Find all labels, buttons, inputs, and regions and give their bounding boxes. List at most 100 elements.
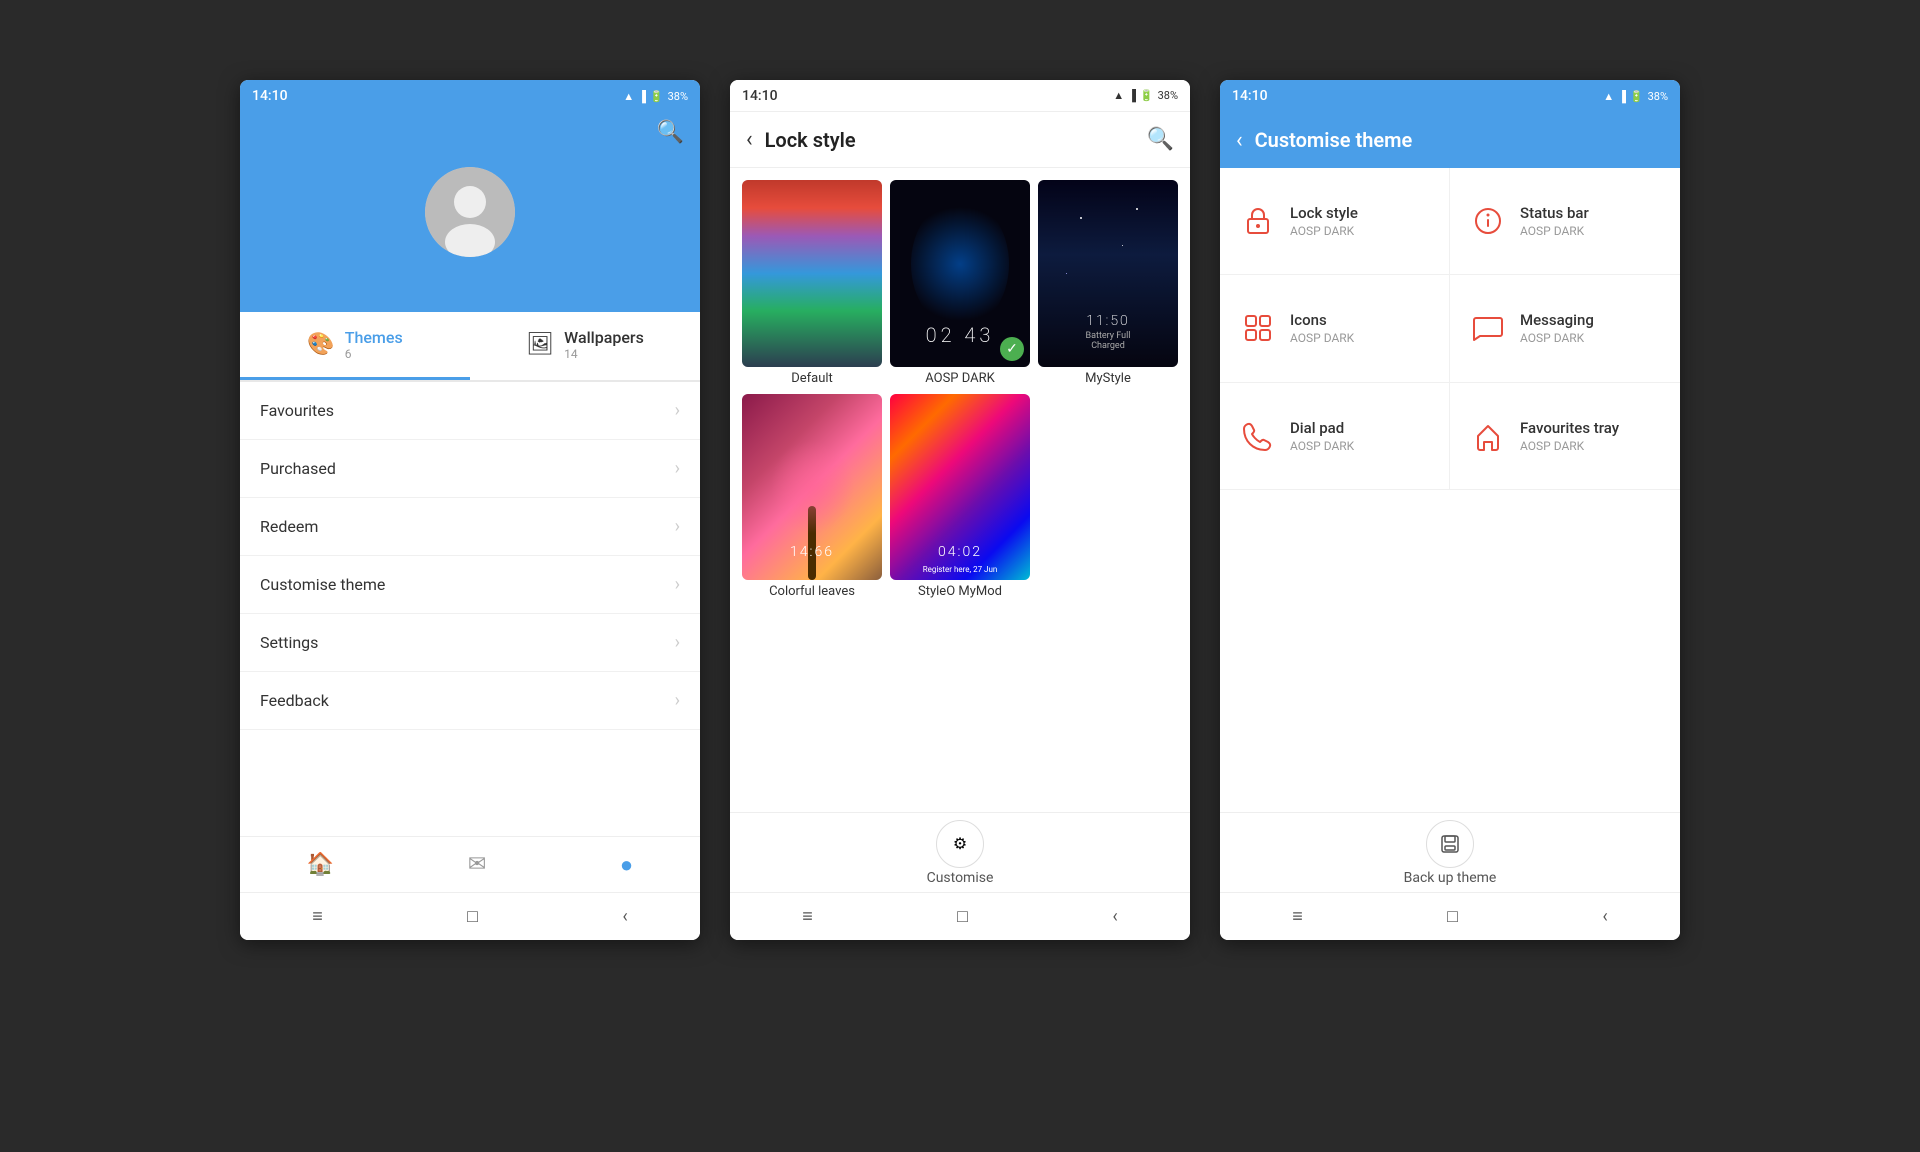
menu-item-purchased[interactable]: Purchased › — [240, 440, 700, 498]
screen3-spacer — [1220, 490, 1680, 812]
menu-item-settings[interactable]: Settings › — [240, 614, 700, 672]
header-search-icon[interactable]: 🔍 — [657, 120, 684, 145]
thumb-colorful-leaves: 14:66 — [742, 394, 882, 581]
tab-wallpapers[interactable]: 🖼 Wallpapers 14 — [470, 312, 700, 380]
dial-pad-icon — [1240, 418, 1276, 454]
screen3-status-icons: ▲ ▐ 🔋 38% — [1603, 90, 1668, 103]
icons-title: Icons — [1290, 311, 1354, 329]
customise-gear-icon: ⚙ — [953, 834, 967, 853]
grid-item-colorful-leaves[interactable]: 14:66 Colorful leaves — [742, 394, 882, 600]
status-bar-sub: AOSP DARK — [1520, 224, 1589, 238]
status-bar-icon — [1470, 203, 1506, 239]
cell-icons[interactable]: Icons AOSP DARK — [1220, 275, 1450, 382]
customise-circle-button[interactable]: ⚙ — [936, 820, 984, 868]
screen2-title: Lock style — [765, 128, 1135, 152]
messaging-icon — [1470, 310, 1506, 346]
user-avatar — [425, 167, 515, 257]
purchased-label: Purchased — [260, 459, 336, 478]
screen3-phone: 14:10 ▲ ▐ 🔋 38% ‹ Customise theme — [1220, 80, 1680, 940]
thumb-styleo: 04:02 Register here, 27 Jun — [890, 394, 1030, 581]
screen1-status-bar: 14:10 ▲ ▐ 🔋 38% — [240, 80, 700, 112]
screen1-header: 🔍 — [240, 112, 700, 312]
menu-item-redeem[interactable]: Redeem › — [240, 498, 700, 556]
favourites-tray-icon — [1470, 418, 1506, 454]
grid-item-default[interactable]: Default — [742, 180, 882, 386]
cell-dial-pad[interactable]: Dial pad AOSP DARK — [1220, 383, 1450, 490]
screen2-topbar: ‹ Lock style 🔍 — [730, 112, 1190, 168]
menu-btn3[interactable]: ≡ — [1292, 906, 1303, 927]
themes-tab-label: Themes — [345, 328, 403, 347]
screen3-bottom-bar: Back up theme — [1220, 812, 1680, 892]
battery-icon2: 🔋 — [1140, 89, 1154, 102]
grid-item-mystyle[interactable]: 11:50 Battery Full Charged MyStyle — [1038, 180, 1178, 386]
cell-lock-style[interactable]: Lock style AOSP DARK — [1220, 168, 1450, 275]
screen2-back-button[interactable]: ‹ — [746, 127, 753, 152]
back-btn-sys3[interactable]: ‹ — [1602, 906, 1607, 927]
screen2-status-icons: ▲ ▐ 🔋 38% — [1113, 89, 1178, 102]
themes-tab-count: 6 — [345, 347, 403, 361]
wallpapers-tab-count: 14 — [564, 347, 644, 361]
grid-item-styleo[interactable]: 04:02 Register here, 27 Jun StyleO MyMod — [890, 394, 1030, 600]
menu-list: Favourites › Purchased › Redeem › Custom… — [240, 382, 700, 836]
menu-item-favourites[interactable]: Favourites › — [240, 382, 700, 440]
backup-icon — [1438, 832, 1462, 856]
feedback-label: Feedback — [260, 691, 329, 710]
menu-btn2[interactable]: ≡ — [802, 906, 813, 927]
nav-profile[interactable]: ● — [620, 852, 633, 878]
tab-themes[interactable]: 🎨 Themes 6 — [240, 312, 470, 380]
screen1-status-icons: ▲ ▐ 🔋 38% — [623, 90, 688, 103]
home-btn3[interactable]: □ — [1447, 906, 1458, 927]
nav-home[interactable]: 🏠 — [307, 852, 334, 877]
dial-pad-sub: AOSP DARK — [1290, 439, 1354, 453]
feedback-chevron: › — [675, 690, 680, 711]
screen3-back-button[interactable]: ‹ — [1236, 128, 1243, 153]
thumb-mystyle: 11:50 Battery Full Charged — [1038, 180, 1178, 367]
screen2-phone: 14:10 ▲ ▐ 🔋 38% ‹ Lock style 🔍 Default — [730, 80, 1190, 940]
customise-bottom-label: Customise — [927, 870, 994, 886]
screen1-time: 14:10 — [252, 88, 288, 104]
aosp-dark-label: AOSP DARK — [925, 371, 995, 386]
screen3-time: 14:10 — [1232, 88, 1268, 104]
redeem-chevron: › — [675, 516, 680, 537]
signal-icon2: ▐ — [1128, 89, 1136, 102]
screen3-system-nav: ≡ □ ‹ — [1220, 892, 1680, 940]
wifi-icon: ▲ — [623, 90, 634, 103]
mystyle-label: MyStyle — [1085, 371, 1131, 386]
lock-style-sub: AOSP DARK — [1290, 224, 1358, 238]
customise-theme-label: Customise theme — [260, 575, 385, 594]
redeem-label: Redeem — [260, 517, 318, 536]
lock-style-icon — [1240, 203, 1276, 239]
home-btn2[interactable]: □ — [957, 906, 968, 927]
cell-messaging[interactable]: Messaging AOSP DARK — [1450, 275, 1680, 382]
screen1-system-nav: ≡ □ ‹ — [240, 892, 700, 940]
thumb-default — [742, 180, 882, 367]
back-btn-sys2[interactable]: ‹ — [1112, 906, 1117, 927]
backup-circle-button[interactable] — [1426, 820, 1474, 868]
status-bar-title: Status bar — [1520, 204, 1589, 222]
backup-label: Back up theme — [1404, 870, 1497, 886]
menu-item-feedback[interactable]: Feedback › — [240, 672, 700, 730]
home-btn[interactable]: □ — [467, 906, 478, 927]
screen1-phone: 14:10 ▲ ▐ 🔋 38% 🔍 🎨 — [240, 80, 700, 940]
menu-btn[interactable]: ≡ — [312, 906, 323, 927]
default-label: Default — [791, 371, 833, 386]
back-btn-sys[interactable]: ‹ — [622, 906, 627, 927]
cell-favourites-tray[interactable]: Favourites tray AOSP DARK — [1450, 383, 1680, 490]
icons-icon — [1240, 310, 1276, 346]
grid-item-aosp-dark[interactable]: 02 43 ✓ AOSP DARK — [890, 180, 1030, 386]
screen1-bottom-nav: 🏠 ✉ ● — [240, 836, 700, 892]
customise-theme-chevron: › — [675, 574, 680, 595]
menu-item-customise-theme[interactable]: Customise theme › — [240, 556, 700, 614]
favourites-tray-title: Favourites tray — [1520, 419, 1619, 437]
favourites-chevron: › — [675, 400, 680, 421]
battery-percent: 38% — [668, 90, 688, 103]
cell-status-bar[interactable]: Status bar AOSP DARK — [1450, 168, 1680, 275]
nav-store[interactable]: ✉ — [468, 852, 486, 877]
colorful-leaves-label: Colorful leaves — [769, 584, 855, 599]
settings-chevron: › — [675, 632, 680, 653]
signal-icon: ▐ — [638, 90, 646, 103]
screen2-search-icon[interactable]: 🔍 — [1147, 127, 1174, 152]
purchased-chevron: › — [675, 458, 680, 479]
signal-icon3: ▐ — [1618, 90, 1626, 103]
settings-label: Settings — [260, 633, 318, 652]
